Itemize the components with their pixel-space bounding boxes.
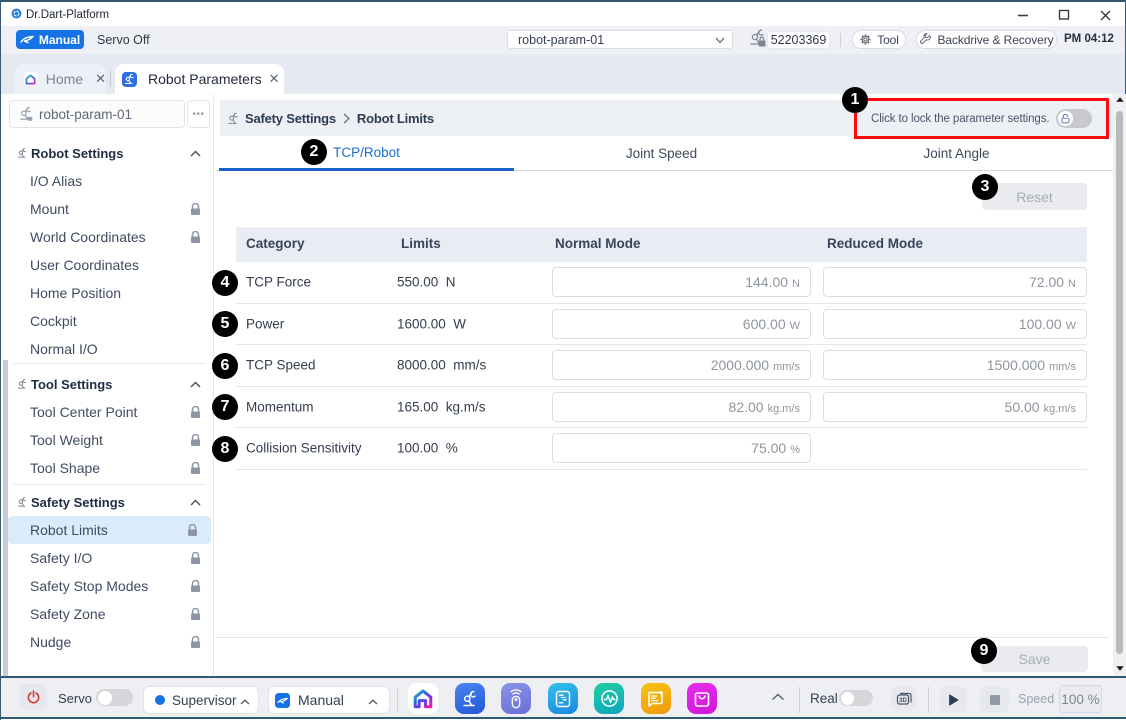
svg-text:3D: 3D [899, 698, 907, 704]
